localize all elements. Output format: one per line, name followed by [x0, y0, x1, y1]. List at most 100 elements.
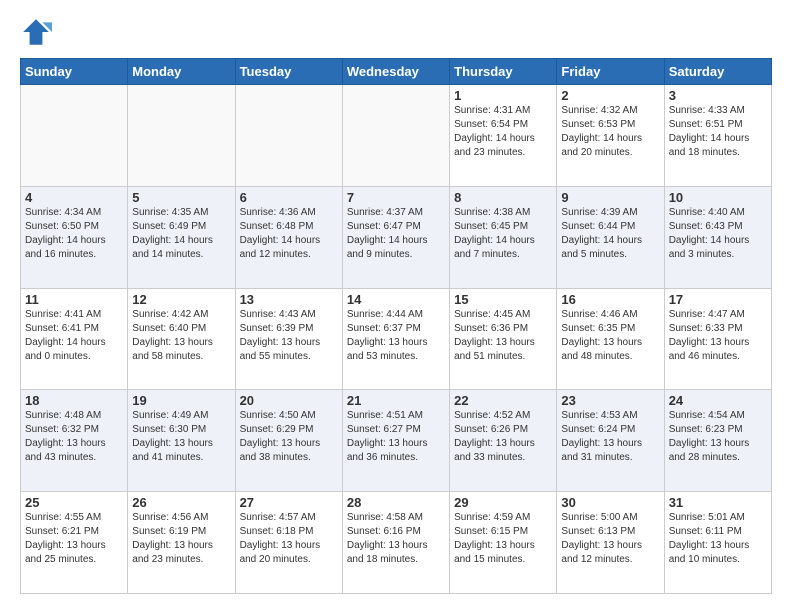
day-detail: Sunrise: 4:52 AM Sunset: 6:26 PM Dayligh…	[454, 409, 552, 465]
calendar-cell: 6Sunrise: 4:36 AM Sunset: 6:48 PM Daylig…	[235, 186, 342, 288]
day-detail: Sunrise: 4:32 AM Sunset: 6:53 PM Dayligh…	[561, 104, 659, 160]
calendar-cell: 11Sunrise: 4:41 AM Sunset: 6:41 PM Dayli…	[21, 288, 128, 390]
day-detail: Sunrise: 4:54 AM Sunset: 6:23 PM Dayligh…	[669, 409, 767, 465]
day-detail: Sunrise: 4:51 AM Sunset: 6:27 PM Dayligh…	[347, 409, 445, 465]
calendar-cell	[342, 85, 449, 187]
day-number: 11	[25, 292, 123, 307]
calendar-cell: 5Sunrise: 4:35 AM Sunset: 6:49 PM Daylig…	[128, 186, 235, 288]
calendar-cell: 25Sunrise: 4:55 AM Sunset: 6:21 PM Dayli…	[21, 492, 128, 594]
logo-icon	[20, 16, 52, 48]
day-number: 25	[25, 495, 123, 510]
calendar-day-header: Monday	[128, 59, 235, 85]
calendar-cell: 15Sunrise: 4:45 AM Sunset: 6:36 PM Dayli…	[450, 288, 557, 390]
day-number: 28	[347, 495, 445, 510]
calendar-cell: 18Sunrise: 4:48 AM Sunset: 6:32 PM Dayli…	[21, 390, 128, 492]
day-detail: Sunrise: 4:37 AM Sunset: 6:47 PM Dayligh…	[347, 206, 445, 262]
calendar-cell: 30Sunrise: 5:00 AM Sunset: 6:13 PM Dayli…	[557, 492, 664, 594]
calendar-cell: 27Sunrise: 4:57 AM Sunset: 6:18 PM Dayli…	[235, 492, 342, 594]
day-detail: Sunrise: 4:49 AM Sunset: 6:30 PM Dayligh…	[132, 409, 230, 465]
day-detail: Sunrise: 4:41 AM Sunset: 6:41 PM Dayligh…	[25, 308, 123, 364]
day-detail: Sunrise: 4:40 AM Sunset: 6:43 PM Dayligh…	[669, 206, 767, 262]
calendar-cell: 7Sunrise: 4:37 AM Sunset: 6:47 PM Daylig…	[342, 186, 449, 288]
day-detail: Sunrise: 4:48 AM Sunset: 6:32 PM Dayligh…	[25, 409, 123, 465]
calendar-cell: 10Sunrise: 4:40 AM Sunset: 6:43 PM Dayli…	[664, 186, 771, 288]
day-number: 15	[454, 292, 552, 307]
calendar-cell: 29Sunrise: 4:59 AM Sunset: 6:15 PM Dayli…	[450, 492, 557, 594]
day-detail: Sunrise: 4:46 AM Sunset: 6:35 PM Dayligh…	[561, 308, 659, 364]
day-number: 24	[669, 393, 767, 408]
day-number: 5	[132, 190, 230, 205]
calendar-week-row: 18Sunrise: 4:48 AM Sunset: 6:32 PM Dayli…	[21, 390, 772, 492]
day-number: 20	[240, 393, 338, 408]
calendar-cell: 16Sunrise: 4:46 AM Sunset: 6:35 PM Dayli…	[557, 288, 664, 390]
calendar-cell: 17Sunrise: 4:47 AM Sunset: 6:33 PM Dayli…	[664, 288, 771, 390]
day-number: 31	[669, 495, 767, 510]
calendar-header-row: SundayMondayTuesdayWednesdayThursdayFrid…	[21, 59, 772, 85]
calendar-cell: 12Sunrise: 4:42 AM Sunset: 6:40 PM Dayli…	[128, 288, 235, 390]
day-detail: Sunrise: 4:34 AM Sunset: 6:50 PM Dayligh…	[25, 206, 123, 262]
day-number: 29	[454, 495, 552, 510]
calendar-cell	[128, 85, 235, 187]
logo	[20, 16, 56, 48]
day-number: 30	[561, 495, 659, 510]
calendar-cell: 31Sunrise: 5:01 AM Sunset: 6:11 PM Dayli…	[664, 492, 771, 594]
calendar-cell: 8Sunrise: 4:38 AM Sunset: 6:45 PM Daylig…	[450, 186, 557, 288]
calendar-day-header: Saturday	[664, 59, 771, 85]
day-number: 22	[454, 393, 552, 408]
calendar-week-row: 25Sunrise: 4:55 AM Sunset: 6:21 PM Dayli…	[21, 492, 772, 594]
day-number: 19	[132, 393, 230, 408]
day-number: 8	[454, 190, 552, 205]
day-detail: Sunrise: 4:58 AM Sunset: 6:16 PM Dayligh…	[347, 511, 445, 567]
day-number: 10	[669, 190, 767, 205]
calendar-cell: 24Sunrise: 4:54 AM Sunset: 6:23 PM Dayli…	[664, 390, 771, 492]
calendar-day-header: Thursday	[450, 59, 557, 85]
calendar-cell	[21, 85, 128, 187]
day-number: 12	[132, 292, 230, 307]
day-detail: Sunrise: 4:31 AM Sunset: 6:54 PM Dayligh…	[454, 104, 552, 160]
calendar-cell: 19Sunrise: 4:49 AM Sunset: 6:30 PM Dayli…	[128, 390, 235, 492]
day-number: 2	[561, 88, 659, 103]
day-number: 1	[454, 88, 552, 103]
day-number: 21	[347, 393, 445, 408]
calendar-cell: 22Sunrise: 4:52 AM Sunset: 6:26 PM Dayli…	[450, 390, 557, 492]
day-number: 23	[561, 393, 659, 408]
calendar-week-row: 4Sunrise: 4:34 AM Sunset: 6:50 PM Daylig…	[21, 186, 772, 288]
day-number: 4	[25, 190, 123, 205]
day-detail: Sunrise: 4:44 AM Sunset: 6:37 PM Dayligh…	[347, 308, 445, 364]
day-detail: Sunrise: 4:53 AM Sunset: 6:24 PM Dayligh…	[561, 409, 659, 465]
day-number: 16	[561, 292, 659, 307]
day-detail: Sunrise: 4:57 AM Sunset: 6:18 PM Dayligh…	[240, 511, 338, 567]
day-detail: Sunrise: 4:56 AM Sunset: 6:19 PM Dayligh…	[132, 511, 230, 567]
day-detail: Sunrise: 4:50 AM Sunset: 6:29 PM Dayligh…	[240, 409, 338, 465]
calendar-day-header: Sunday	[21, 59, 128, 85]
day-number: 6	[240, 190, 338, 205]
day-number: 17	[669, 292, 767, 307]
calendar-cell: 21Sunrise: 4:51 AM Sunset: 6:27 PM Dayli…	[342, 390, 449, 492]
calendar-week-row: 1Sunrise: 4:31 AM Sunset: 6:54 PM Daylig…	[21, 85, 772, 187]
calendar-cell: 9Sunrise: 4:39 AM Sunset: 6:44 PM Daylig…	[557, 186, 664, 288]
calendar-cell: 28Sunrise: 4:58 AM Sunset: 6:16 PM Dayli…	[342, 492, 449, 594]
calendar-day-header: Friday	[557, 59, 664, 85]
calendar-day-header: Wednesday	[342, 59, 449, 85]
day-number: 9	[561, 190, 659, 205]
day-number: 18	[25, 393, 123, 408]
day-number: 3	[669, 88, 767, 103]
calendar-day-header: Tuesday	[235, 59, 342, 85]
day-detail: Sunrise: 4:36 AM Sunset: 6:48 PM Dayligh…	[240, 206, 338, 262]
calendar-table: SundayMondayTuesdayWednesdayThursdayFrid…	[20, 58, 772, 594]
day-detail: Sunrise: 4:39 AM Sunset: 6:44 PM Dayligh…	[561, 206, 659, 262]
day-number: 27	[240, 495, 338, 510]
day-detail: Sunrise: 5:01 AM Sunset: 6:11 PM Dayligh…	[669, 511, 767, 567]
header	[20, 16, 772, 48]
calendar-cell: 4Sunrise: 4:34 AM Sunset: 6:50 PM Daylig…	[21, 186, 128, 288]
day-number: 13	[240, 292, 338, 307]
day-number: 7	[347, 190, 445, 205]
calendar-cell: 23Sunrise: 4:53 AM Sunset: 6:24 PM Dayli…	[557, 390, 664, 492]
calendar-cell: 26Sunrise: 4:56 AM Sunset: 6:19 PM Dayli…	[128, 492, 235, 594]
day-detail: Sunrise: 4:55 AM Sunset: 6:21 PM Dayligh…	[25, 511, 123, 567]
day-detail: Sunrise: 5:00 AM Sunset: 6:13 PM Dayligh…	[561, 511, 659, 567]
day-detail: Sunrise: 4:43 AM Sunset: 6:39 PM Dayligh…	[240, 308, 338, 364]
day-detail: Sunrise: 4:59 AM Sunset: 6:15 PM Dayligh…	[454, 511, 552, 567]
day-detail: Sunrise: 4:35 AM Sunset: 6:49 PM Dayligh…	[132, 206, 230, 262]
calendar-week-row: 11Sunrise: 4:41 AM Sunset: 6:41 PM Dayli…	[21, 288, 772, 390]
